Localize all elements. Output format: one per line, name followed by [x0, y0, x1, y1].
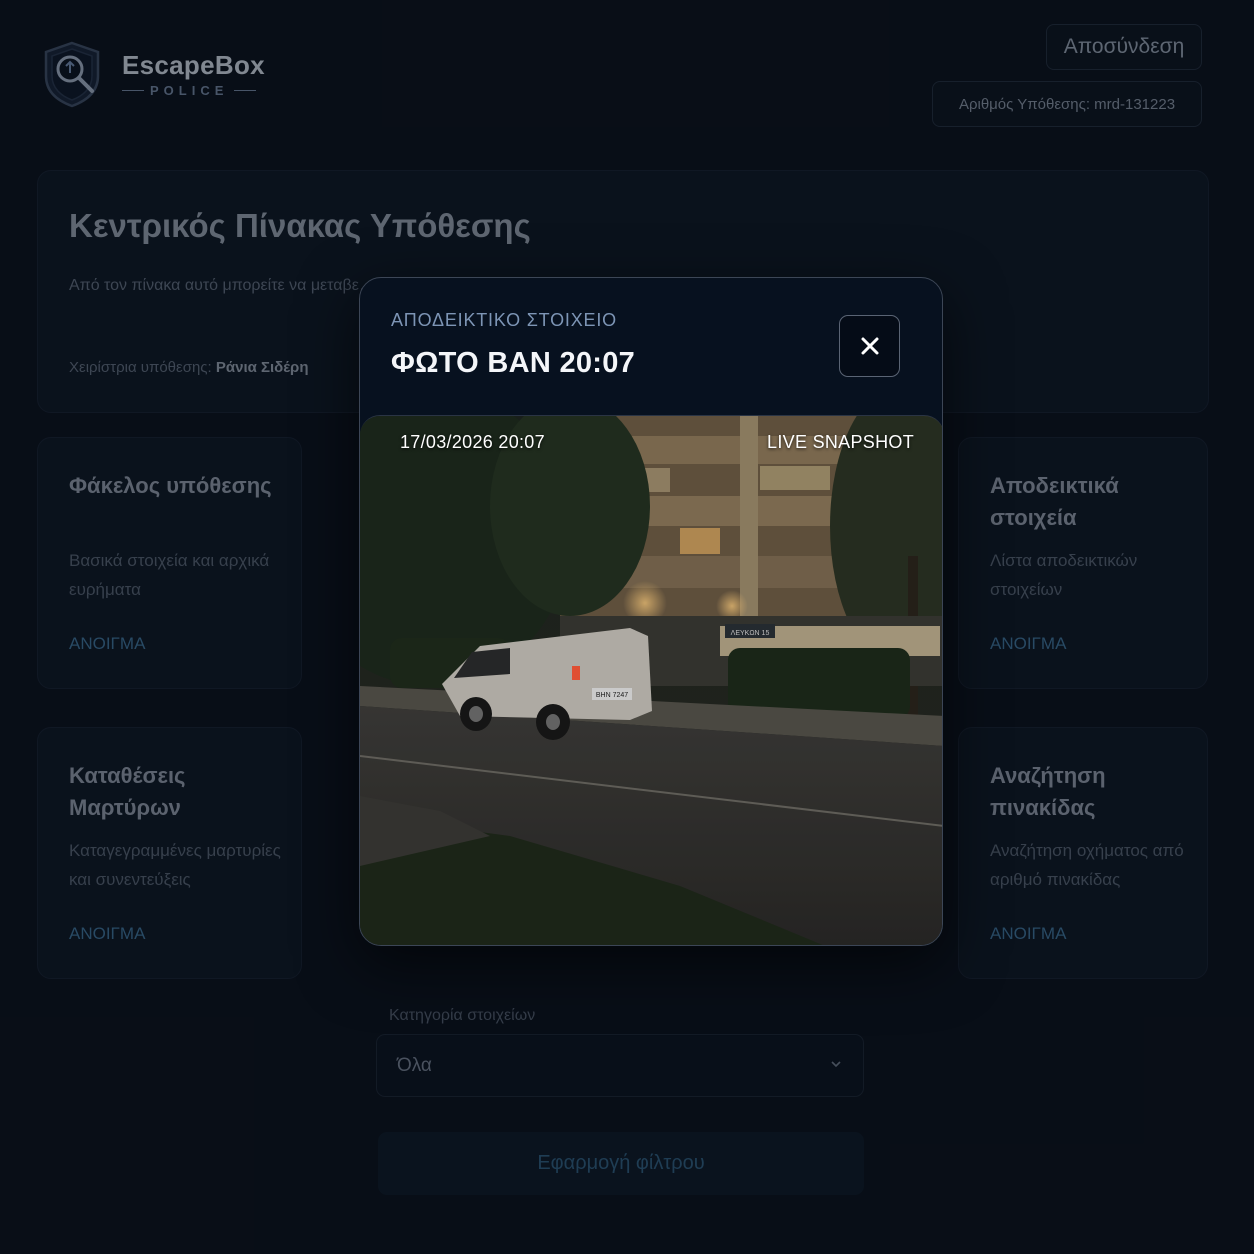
evidence-photo: ΛΕΥΚΩΝ 15 ΒΗΝ 7247 17/03/2026 20:07 LIVE…: [360, 415, 942, 945]
modal-title: ΦΩΤΟ ΒΑΝ 20:07: [391, 347, 636, 379]
night-street-van-image: ΛΕΥΚΩΝ 15 ΒΗΝ 7247: [360, 416, 942, 945]
close-icon: [861, 337, 878, 355]
close-button[interactable]: [839, 315, 900, 377]
photo-timestamp: 17/03/2026 20:07: [400, 432, 545, 452]
live-snapshot-label: LIVE SNAPSHOT: [767, 432, 914, 452]
modal-eyebrow: ΑΠΟΔΕΙΚΤΙΚΟ ΣΤΟΙΧΕΙΟ: [391, 310, 617, 330]
evidence-modal: ΑΠΟΔΕΙΚΤΙΚΟ ΣΤΟΙΧΕΙΟ ΦΩΤΟ ΒΑΝ 20:07 ΛΕΥΚ…: [359, 277, 943, 946]
